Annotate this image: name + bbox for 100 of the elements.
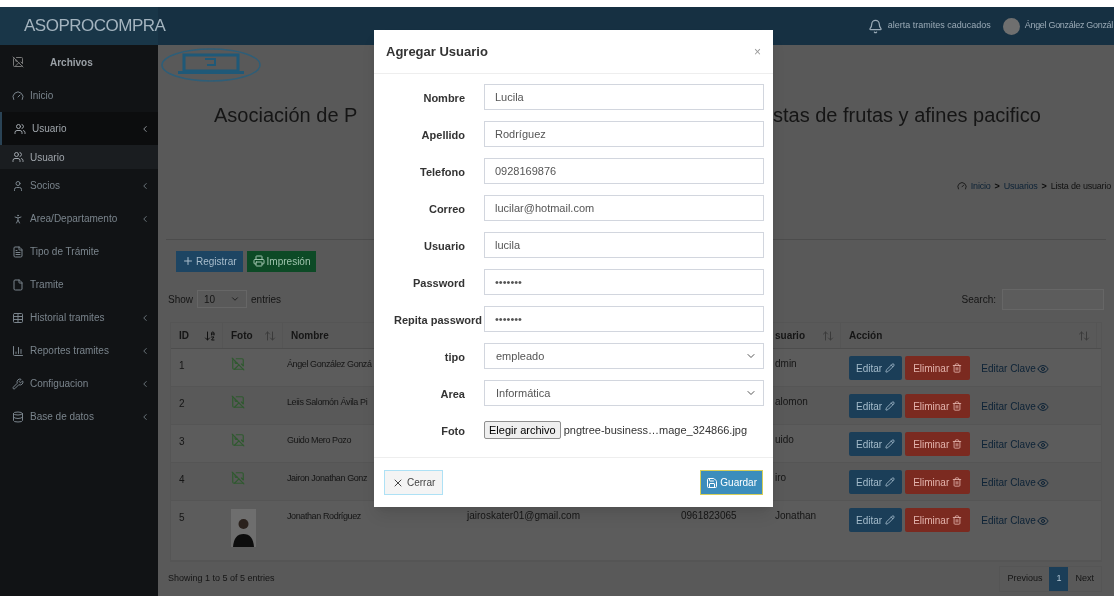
chevron-down-icon — [230, 294, 240, 304]
sidebar-item[interactable]: Inicio — [0, 79, 158, 112]
sort-icon[interactable] — [204, 329, 216, 342]
printer-icon — [252, 255, 265, 267]
delete-button[interactable]: Eliminar — [905, 508, 971, 532]
field-label: Nombre — [423, 92, 465, 104]
close-button[interactable]: × — [754, 42, 761, 61]
users-icon — [14, 122, 26, 135]
field-label: Foto — [441, 425, 465, 437]
database-icon — [12, 410, 24, 423]
table-cell: Jonathan Rodríguez — [287, 511, 361, 521]
text-input-field[interactable]: Rodríguez — [484, 121, 764, 147]
save-button[interactable]: Guardar — [700, 470, 763, 495]
sidebar-item[interactable]: Configuacion — [0, 367, 158, 400]
text-input-field[interactable]: 0928169876 — [484, 158, 764, 184]
pagination-button[interactable]: 1 — [1049, 567, 1069, 591]
pencil-icon — [885, 477, 896, 487]
text-input-field[interactable]: lucilar@hotmail.com — [484, 195, 764, 221]
field-label: Usuario — [424, 240, 465, 252]
table-cell: Guido Mero Pozo — [287, 435, 352, 445]
edit-button[interactable]: Editar — [849, 508, 903, 532]
sort-icon[interactable] — [1078, 329, 1090, 342]
table-cell: 4 — [179, 474, 185, 485]
field-label: tipo — [444, 351, 465, 363]
table-cell: Jonathan — [775, 510, 817, 521]
sidebar-item[interactable]: Tramite — [0, 268, 158, 301]
page-title: Asociación de P — [214, 103, 358, 126]
submenu-item[interactable]: Usuario — [0, 145, 158, 169]
plus-icon — [182, 255, 194, 267]
delete-button[interactable]: Eliminar — [905, 470, 971, 494]
edit-button[interactable]: Editar — [849, 394, 903, 418]
save-icon — [706, 476, 719, 489]
table-cell: 2 — [179, 398, 185, 409]
table-cell: alomon — [775, 396, 808, 407]
delete-button[interactable]: Eliminar — [905, 394, 971, 418]
field-label: Telefono — [420, 166, 465, 178]
bell-icon[interactable] — [867, 18, 883, 34]
sort-icon[interactable] — [264, 329, 276, 342]
edit-button[interactable]: Editar — [849, 432, 903, 456]
sidebar-item[interactable]: Reportes tramites — [0, 334, 158, 367]
edit-button[interactable]: Editar — [849, 470, 903, 494]
table-cell: 1 — [179, 360, 185, 371]
trash-icon — [952, 477, 963, 487]
edit-button[interactable]: Editar — [849, 356, 903, 380]
register-button[interactable]: Registrar — [176, 250, 243, 272]
text-input-field[interactable]: lucila — [484, 232, 764, 258]
table-cell: uido — [775, 434, 794, 445]
close-modal-button[interactable]: Cerrar — [384, 470, 444, 495]
brand-logo-text[interactable]: ASOPROCOMPRA — [24, 13, 166, 39]
trash-icon — [952, 439, 963, 449]
page-title: stas de frutas y afines pacifico — [773, 102, 1041, 128]
users-icon — [12, 151, 24, 163]
text-input-field[interactable]: ••••••• — [484, 306, 764, 332]
person-icon — [12, 212, 24, 225]
choose-file-button[interactable]: Elegir archivo — [484, 421, 561, 439]
delete-button[interactable]: Eliminar — [905, 356, 971, 380]
field-label: Area — [440, 388, 465, 400]
text-input-field[interactable]: Lucila — [484, 84, 764, 110]
table-icon — [12, 311, 24, 324]
field-label: Repita password — [394, 314, 483, 326]
alert-link[interactable]: alerta tramites caducados — [887, 19, 991, 33]
pencil-icon — [885, 515, 896, 525]
sidebar-item[interactable]: Tipo de Trámite — [0, 235, 158, 268]
user-name[interactable]: Ángel González Gonzál — [1024, 19, 1113, 33]
sort-icon[interactable] — [822, 329, 834, 342]
field-label: Correo — [428, 203, 465, 215]
sidebar-item[interactable]: Base de datos — [0, 400, 158, 433]
trash-icon — [952, 515, 963, 525]
table-cell: Jairon Jonathan Gonz — [287, 473, 368, 483]
show-label: Show — [168, 292, 193, 307]
trash-icon — [952, 401, 963, 411]
select-field[interactable]: Informática — [484, 380, 764, 406]
file-icon — [12, 278, 24, 291]
dashboard-icon — [956, 181, 967, 192]
search-label: Search: — [961, 292, 996, 307]
text-input-field[interactable]: ••••••• — [484, 269, 764, 295]
eye-icon — [1036, 400, 1049, 413]
delete-button[interactable]: Eliminar — [905, 432, 971, 456]
breadcrumb-separator: > — [994, 179, 1000, 193]
eye-icon — [1036, 438, 1049, 451]
print-button[interactable]: Impresión — [246, 250, 317, 272]
entries-label: entries — [251, 292, 282, 307]
sidebar-item[interactable]: Socios — [0, 169, 158, 202]
document-icon — [12, 245, 24, 258]
field-label: Password — [413, 277, 465, 289]
eye-icon — [1036, 362, 1049, 375]
table-cell: Ángel González Gonzá — [287, 359, 372, 369]
wrench-icon — [12, 377, 24, 390]
sidebar-item[interactable]: Historial tramites — [0, 301, 158, 334]
file-name: pngtree-business…mage_324866.jpg — [563, 422, 748, 438]
table-cell: 3 — [179, 436, 185, 447]
broken-image-icon — [12, 56, 24, 68]
pencil-icon — [885, 401, 896, 411]
eye-icon — [1036, 476, 1049, 489]
sidebar-item[interactable]: Area/Departamento — [0, 202, 158, 235]
select-field[interactable]: empleado — [484, 343, 764, 369]
sidebar-item[interactable]: Usuario — [0, 112, 158, 145]
field-label: Apellido — [421, 129, 465, 141]
sidebar-title: Archivos — [50, 55, 93, 70]
table-cell: iro — [775, 472, 787, 483]
